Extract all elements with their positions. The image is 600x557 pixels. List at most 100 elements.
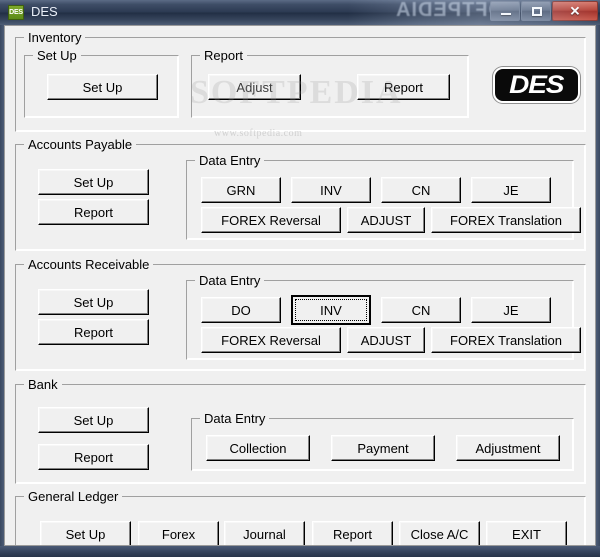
button-label: Report: [73, 324, 114, 340]
bank-group-title: Bank: [24, 377, 62, 392]
ap-cn-button[interactable]: CN: [381, 177, 461, 203]
ap-forex-translation-button[interactable]: FOREX Translation: [431, 207, 581, 233]
accounts-payable-group: Accounts Payable Set Up Report Data Entr…: [15, 137, 586, 251]
inventory-setup-button[interactable]: Set Up: [47, 74, 158, 100]
gl-journal-button[interactable]: Journal: [224, 521, 305, 545]
gl-close-ac-button[interactable]: Close A/C: [399, 521, 480, 545]
accounts-receivable-group-title: Accounts Receivable: [24, 257, 154, 272]
close-icon: ✕: [569, 3, 581, 19]
button-label: Report: [73, 449, 114, 465]
accounts-payable-group-title: Accounts Payable: [24, 137, 137, 152]
gl-forex-button[interactable]: Forex: [138, 521, 219, 545]
button-label: Report: [383, 79, 424, 95]
ar-cn-button[interactable]: CN: [381, 297, 461, 323]
bank-data-entry-group-title: Data Entry: [200, 411, 270, 426]
des-application-window: SOFTPEDIA DES DES ✕ SOFTPEDIA www.softpe…: [0, 0, 600, 557]
button-label: FOREX Reversal: [221, 212, 321, 228]
ar-setup-button[interactable]: Set Up: [38, 289, 149, 315]
button-label: CN: [411, 182, 431, 198]
bank-data-entry-group: Data Entry Collection Payment Adjustment: [191, 411, 574, 471]
button-label: Set Up: [82, 79, 123, 95]
button-label: Adjustment: [475, 440, 541, 456]
title-bar[interactable]: SOFTPEDIA DES DES ✕: [0, 0, 600, 25]
ar-data-entry-group: Data Entry DO INV CN JE FOREX Reversal A…: [186, 273, 581, 360]
close-button[interactable]: ✕: [552, 1, 598, 21]
minimize-button[interactable]: [490, 1, 520, 21]
button-label: GRN: [226, 182, 256, 198]
bank-group: Bank Set Up Report Data Entry Collection…: [15, 377, 586, 484]
des-logo-text: DES: [509, 70, 564, 99]
main-panel: SOFTPEDIA www.softpedia.com Inventory Se…: [4, 25, 596, 546]
gl-report-button[interactable]: Report: [312, 521, 393, 545]
bank-collection-button[interactable]: Collection: [206, 435, 310, 461]
maximize-icon: [532, 7, 542, 16]
button-label: INV: [320, 302, 342, 318]
bank-report-button[interactable]: Report: [38, 444, 149, 470]
ap-report-button[interactable]: Report: [38, 199, 149, 225]
ap-data-entry-group-title: Data Entry: [195, 153, 265, 168]
minimize-icon: [501, 13, 511, 15]
ap-setup-button[interactable]: Set Up: [38, 169, 149, 195]
window-controls: ✕: [489, 1, 598, 21]
button-label: FOREX Reversal: [221, 332, 321, 348]
ap-grn-button[interactable]: GRN: [201, 177, 281, 203]
button-label: Set Up: [73, 174, 114, 190]
ar-adjust-button[interactable]: ADJUST: [347, 327, 425, 353]
button-label: EXIT: [512, 526, 541, 542]
window-frame-bottom: [0, 546, 600, 557]
button-label: Forex: [161, 526, 196, 542]
button-label: ADJUST: [360, 212, 412, 228]
inventory-group-title: Inventory: [24, 30, 86, 45]
ar-report-button[interactable]: Report: [38, 319, 149, 345]
button-label: INV: [320, 182, 342, 198]
button-label: Payment: [357, 440, 409, 456]
button-label: Report: [332, 526, 373, 542]
button-label: Close A/C: [410, 526, 469, 542]
button-label: Set Up: [65, 526, 106, 542]
ap-data-entry-group: Data Entry GRN INV CN JE FOREX Reversal: [186, 153, 581, 240]
ar-inv-button[interactable]: INV: [291, 295, 371, 325]
ar-forex-translation-button[interactable]: FOREX Translation: [431, 327, 581, 353]
inventory-report-group: Report Adjust Report: [191, 48, 469, 118]
inventory-adjust-button[interactable]: Adjust: [208, 74, 301, 100]
inventory-group: Inventory Set Up Set Up Report Adjust Re…: [15, 30, 586, 132]
bank-setup-button[interactable]: Set Up: [38, 407, 149, 433]
button-label: JE: [503, 302, 519, 318]
button-label: Set Up: [73, 294, 114, 310]
bank-payment-button[interactable]: Payment: [331, 435, 435, 461]
general-ledger-group: General Ledger Set Up Forex Journal Repo…: [15, 489, 586, 545]
gl-setup-button[interactable]: Set Up: [40, 521, 131, 545]
button-label: Journal: [243, 526, 286, 542]
button-label: FOREX Translation: [450, 332, 562, 348]
bank-adjustment-button[interactable]: Adjustment: [456, 435, 560, 461]
button-label: Collection: [229, 440, 287, 456]
ar-do-button[interactable]: DO: [201, 297, 281, 323]
accounts-receivable-group: Accounts Receivable Set Up Report Data E…: [15, 257, 586, 371]
inventory-report-group-title: Report: [200, 48, 248, 63]
inventory-setup-group: Set Up Set Up: [24, 48, 179, 118]
button-label: ADJUST: [360, 332, 412, 348]
button-label: JE: [503, 182, 519, 198]
inventory-report-button[interactable]: Report: [357, 74, 450, 100]
inventory-setup-group-title: Set Up: [33, 48, 81, 63]
ap-adjust-button[interactable]: ADJUST: [347, 207, 425, 233]
button-label: Set Up: [73, 412, 114, 428]
ar-data-entry-group-title: Data Entry: [195, 273, 265, 288]
ar-forex-reversal-button[interactable]: FOREX Reversal: [201, 327, 341, 353]
ap-forex-reversal-button[interactable]: FOREX Reversal: [201, 207, 341, 233]
general-ledger-group-title: General Ledger: [24, 489, 123, 504]
des-logo: DES: [493, 67, 580, 103]
button-label: DO: [231, 302, 251, 318]
ar-je-button[interactable]: JE: [471, 297, 551, 323]
button-label: Report: [73, 204, 114, 220]
gl-exit-button[interactable]: EXIT: [486, 521, 567, 545]
window-title: DES: [31, 4, 58, 19]
button-label: Adjust: [236, 79, 273, 95]
des-app-icon: DES: [8, 5, 24, 20]
button-label: FOREX Translation: [450, 212, 562, 228]
maximize-button[interactable]: [521, 1, 551, 21]
window-frame-right: [596, 25, 600, 557]
ap-je-button[interactable]: JE: [471, 177, 551, 203]
button-label: CN: [411, 302, 431, 318]
ap-inv-button[interactable]: INV: [291, 177, 371, 203]
